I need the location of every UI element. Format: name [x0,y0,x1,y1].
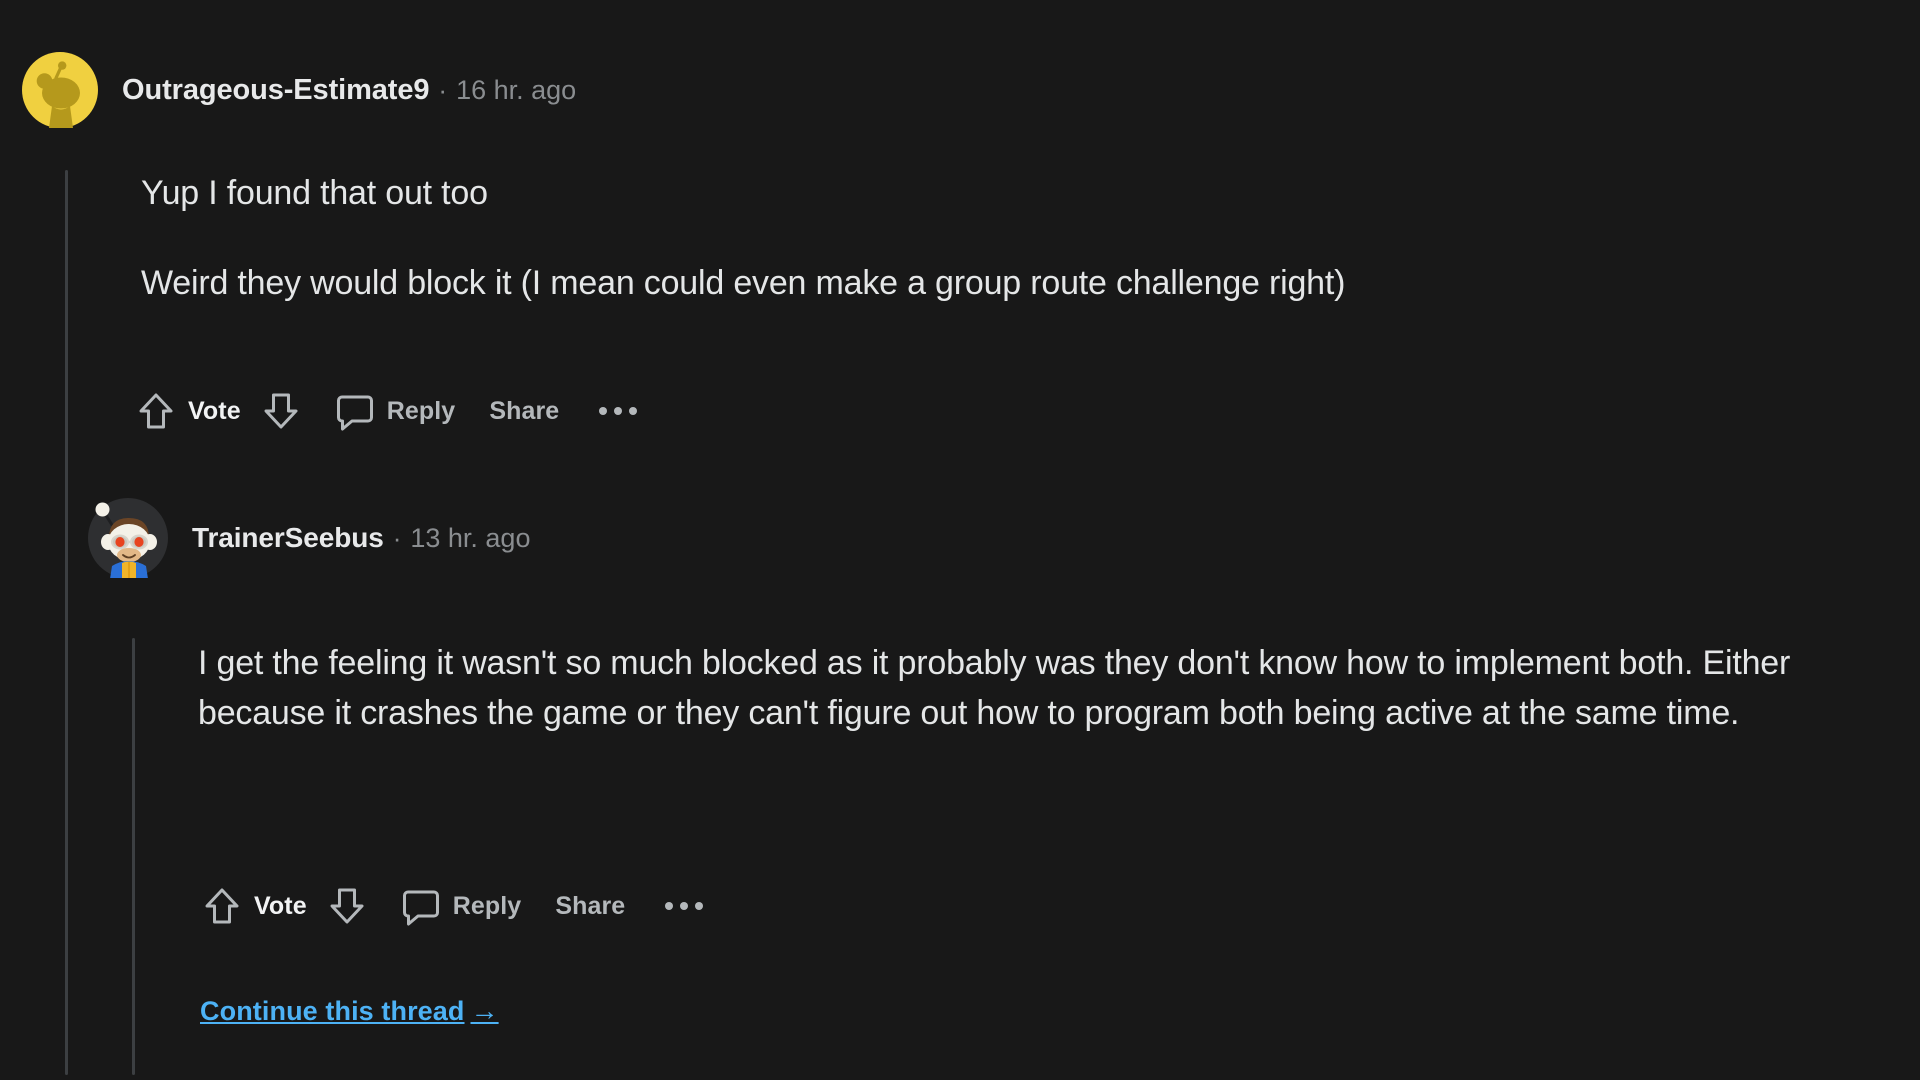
comment-body: I get the feeling it wasn't so much bloc… [198,638,1868,739]
meta-separator: · [392,523,402,553]
downvote-button[interactable] [259,385,303,437]
comment-bubble-icon [333,388,377,434]
share-button[interactable]: Share [489,385,559,437]
comment-author[interactable]: TrainerSeebus [192,522,384,554]
downvote-arrow-icon [259,388,303,434]
comment-paragraph: Yup I found that out too [141,174,488,212]
comment-timestamp: 13 hr. ago [410,523,531,553]
reply-label: Reply [386,396,456,425]
share-button[interactable]: Share [555,880,625,932]
share-label: Share [555,891,626,920]
avatar-snoo-yellow[interactable] [22,52,98,128]
comment-meta: Outrageous-Estimate9 · 16 hr. ago [122,74,576,107]
reddit-comment-thread: Outrageous-Estimate9 · 16 hr. ago Yup I … [0,0,1920,1080]
comment-action-bar: Vote Reply Share [200,880,709,932]
downvote-arrow-icon [325,883,369,929]
upvote-arrow-icon [134,388,178,434]
comment-paragraph: Weird they would block it (I mean could … [141,264,1346,303]
thread-line-depth-2[interactable] [132,638,135,1075]
overflow-menu-icon [659,883,709,929]
more-options-button[interactable] [659,880,709,932]
comment-meta: TrainerSeebus · 13 hr. ago [192,522,530,554]
continue-thread-label: Continue this thread [200,996,465,1026]
arrow-right-icon: → [470,995,499,1026]
comment-timestamp: 16 hr. ago [456,74,577,105]
reply-button[interactable]: Reply [399,880,522,932]
continue-thread-link[interactable]: Continue this thread → [200,995,499,1027]
comment-author[interactable]: Outrageous-Estimate9 [122,74,430,107]
comment-header: TrainerSeebus · 13 hr. ago [88,498,530,578]
comment-body: Yup I found that out too Weird they woul… [141,168,1901,309]
comment-bubble-icon [399,883,443,929]
thread-line-depth-1[interactable] [65,170,68,1075]
comment-header: Outrageous-Estimate9 · 16 hr. ago [22,52,576,128]
overflow-menu-icon [593,388,643,434]
reply-button[interactable]: Reply [333,385,456,437]
comment-action-bar: Vote Reply Share [134,385,643,437]
share-label: Share [489,396,560,425]
meta-separator: · [438,74,448,105]
reply-label: Reply [452,891,522,920]
vote-count-label: Vote [254,891,307,920]
upvote-button[interactable]: Vote [134,385,259,437]
upvote-arrow-icon [200,883,244,929]
vote-count-label: Vote [188,396,241,425]
upvote-button[interactable]: Vote [200,880,325,932]
downvote-button[interactable] [325,880,369,932]
comment-paragraph: I get the feeling it wasn't so much bloc… [198,644,1791,733]
more-options-button[interactable] [593,385,643,437]
avatar-snoo-trainer[interactable] [88,498,168,578]
